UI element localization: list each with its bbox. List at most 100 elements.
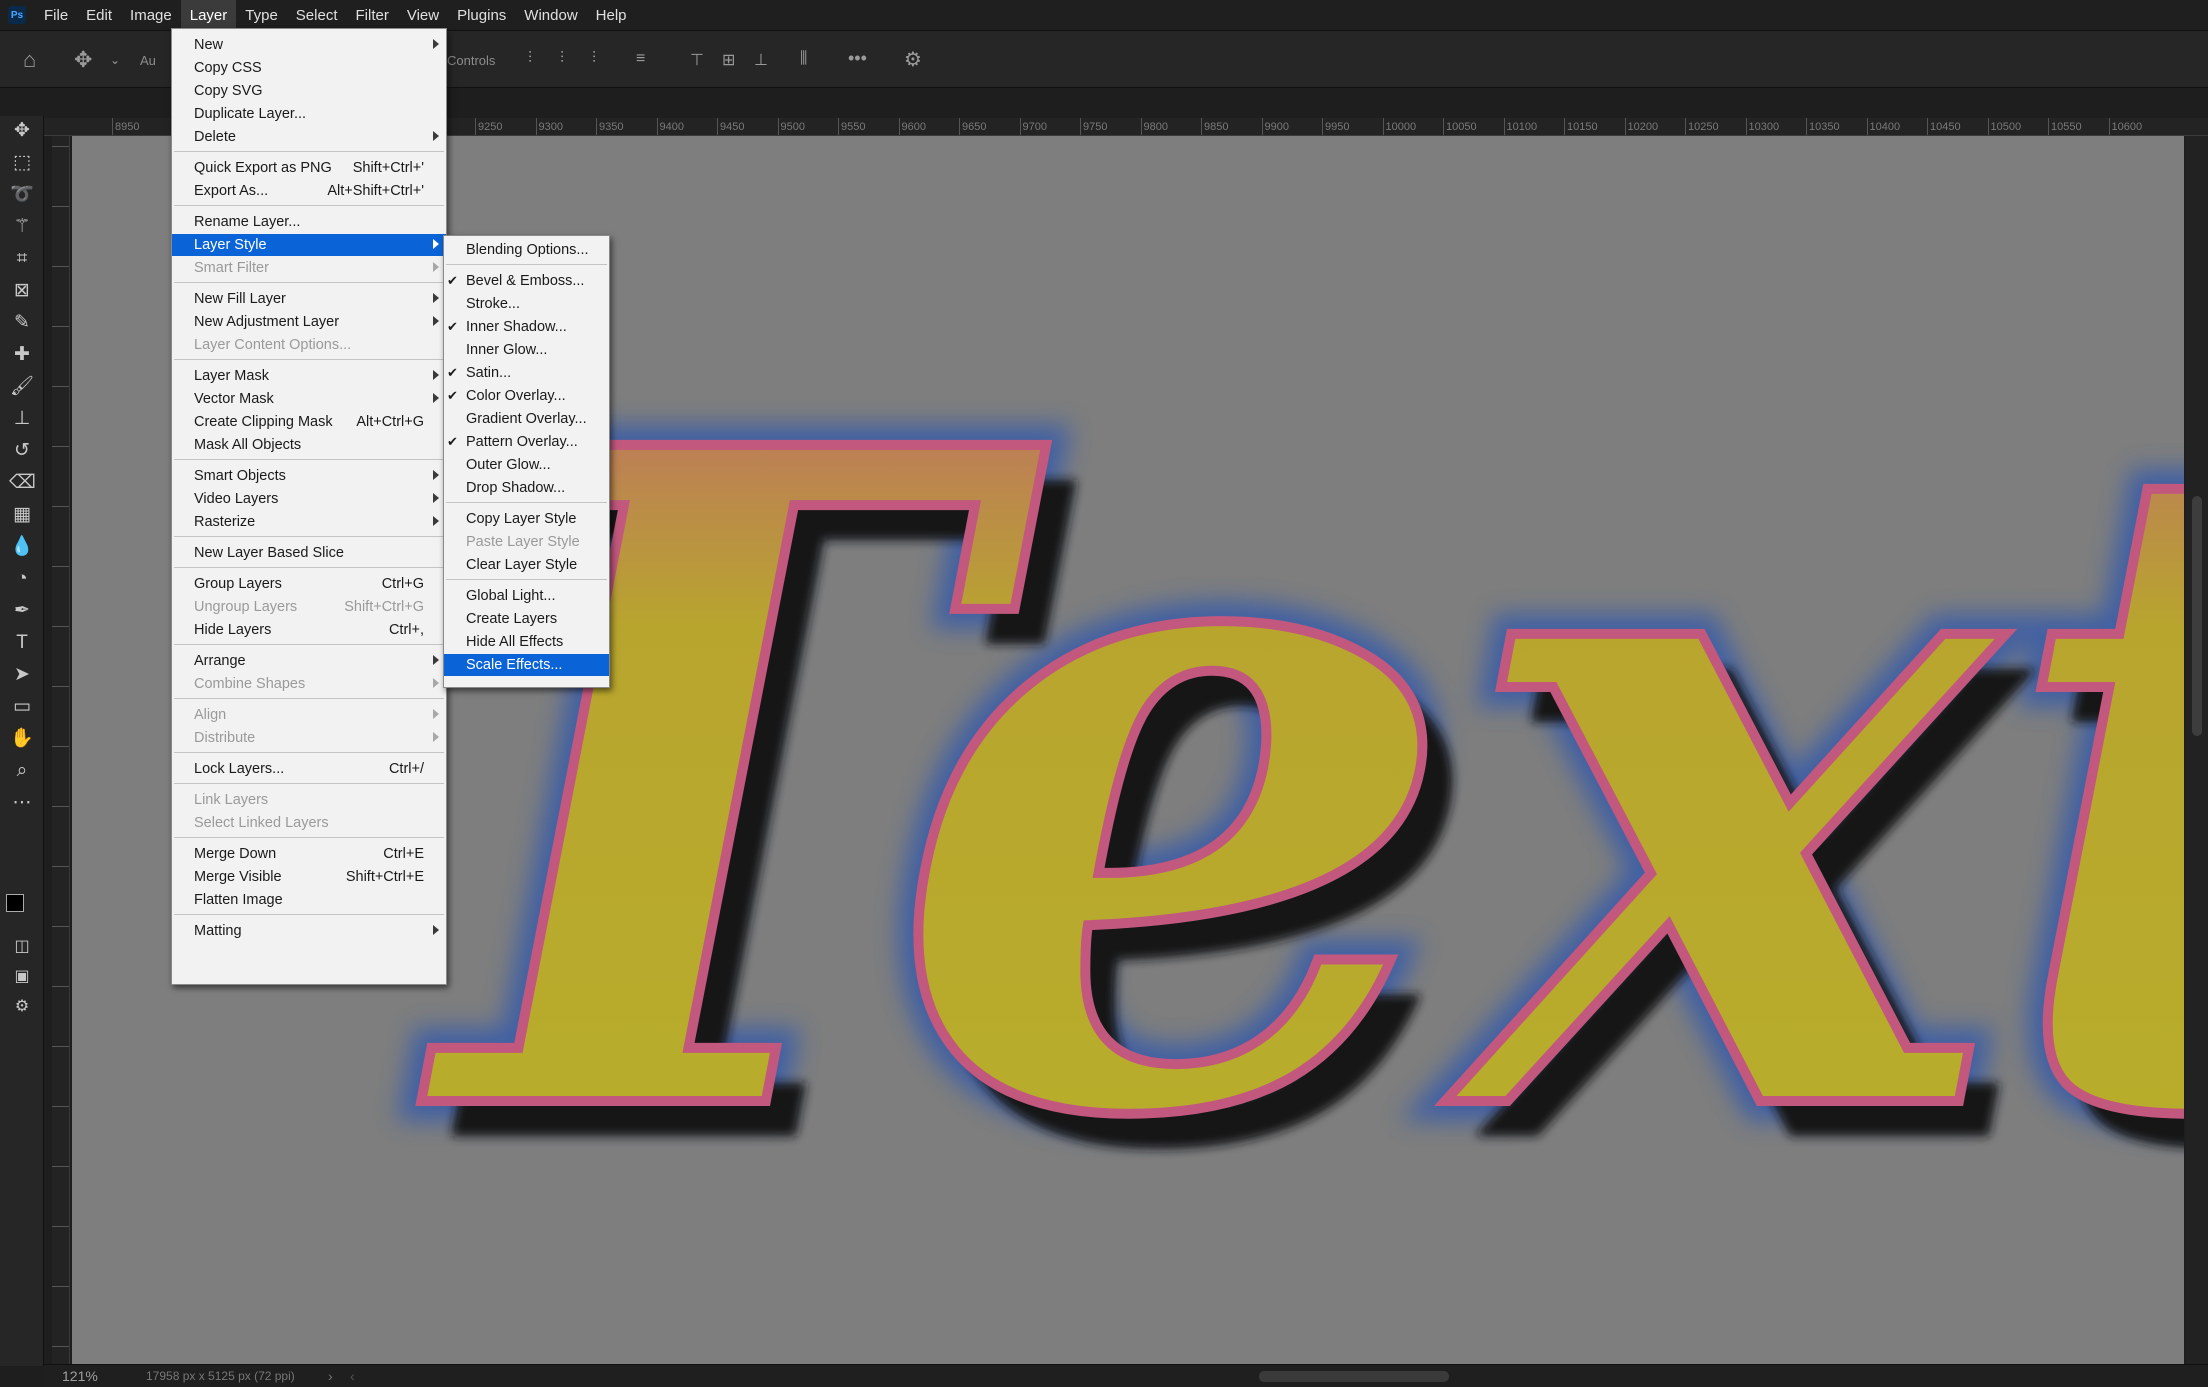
rectangle-tool-icon[interactable]: ▭ bbox=[9, 694, 35, 720]
crop-tool-icon[interactable]: ⌗ bbox=[9, 246, 35, 272]
align-top-icon[interactable]: ⊤ bbox=[690, 50, 704, 70]
layer-style-item-stroke[interactable]: Stroke... bbox=[444, 293, 609, 315]
layer-menu-item-new-adjustment-layer[interactable]: New Adjustment Layer bbox=[172, 311, 446, 333]
blur-tool-icon[interactable]: 💧 bbox=[9, 534, 35, 560]
align-bottom-icon[interactable]: ⊥ bbox=[754, 50, 768, 70]
chevron-down-icon[interactable]: ⌄ bbox=[110, 53, 120, 67]
layer-menu-item-lock-layers[interactable]: Lock Layers... Ctrl+/ bbox=[172, 758, 446, 780]
history-brush-icon[interactable]: ↺ bbox=[9, 438, 35, 464]
menu-image[interactable]: Image bbox=[121, 0, 181, 30]
screen-mode-icon[interactable]: ▣ bbox=[9, 964, 35, 990]
layer-menu-item-arrange[interactable]: Arrange bbox=[172, 650, 446, 672]
layer-menu-item-new[interactable]: New bbox=[172, 34, 446, 56]
layer-menu-item-flatten-image[interactable]: Flatten Image bbox=[172, 889, 446, 911]
layer-menu-item-rename-layer[interactable]: Rename Layer... bbox=[172, 211, 446, 233]
layer-menu-item-export-as[interactable]: Export As... Alt+Shift+Ctrl+' bbox=[172, 180, 446, 202]
home-icon[interactable]: ⌂ bbox=[23, 47, 36, 73]
menu-view[interactable]: View bbox=[398, 0, 448, 30]
dodge-tool-icon[interactable]: ◔ bbox=[9, 566, 35, 592]
layer-style-item-global-light[interactable]: Global Light... bbox=[444, 585, 609, 607]
marquee-tool-icon[interactable]: ⬚ bbox=[9, 150, 35, 176]
layer-menu-item-video-layers[interactable]: Video Layers bbox=[172, 488, 446, 510]
layer-menu-item-copy-svg[interactable]: Copy SVG bbox=[172, 80, 446, 102]
path-select-icon[interactable]: ➤ bbox=[9, 662, 35, 688]
menu-window[interactable]: Window bbox=[515, 0, 586, 30]
align-center-icon[interactable]: ⫶ bbox=[560, 50, 564, 68]
distribute-icon[interactable]: ≡ bbox=[636, 50, 645, 68]
layer-style-item-copy-layer-style[interactable]: Copy Layer Style bbox=[444, 508, 609, 530]
more-icon[interactable]: ••• bbox=[848, 48, 867, 69]
align-left-icon[interactable]: ⫶ bbox=[528, 50, 532, 68]
layer-style-item-inner-glow[interactable]: Inner Glow... bbox=[444, 339, 609, 361]
vertical-scrollbar[interactable] bbox=[2186, 136, 2208, 1364]
layer-style-item-inner-shadow[interactable]: ✔ Inner Shadow... bbox=[444, 316, 609, 338]
layer-menu-item-merge-visible[interactable]: Merge Visible Shift+Ctrl+E bbox=[172, 866, 446, 888]
layer-menu-item-layer-mask[interactable]: Layer Mask bbox=[172, 365, 446, 387]
brush-tool-icon[interactable]: 🖌 bbox=[9, 374, 35, 400]
layer-style-item-color-overlay[interactable]: ✔ Color Overlay... bbox=[444, 385, 609, 407]
distribute-vertical-icon[interactable]: ⫼ bbox=[800, 50, 807, 68]
hand-tool-icon[interactable]: ✋ bbox=[9, 726, 35, 752]
layer-menu-item-mask-all-objects[interactable]: Mask All Objects bbox=[172, 434, 446, 456]
stamp-tool-icon[interactable]: ⊥ bbox=[9, 406, 35, 432]
menu-edit[interactable]: Edit bbox=[77, 0, 121, 30]
layer-menu-item-layer-style[interactable]: Layer Style bbox=[172, 234, 446, 256]
menu-type[interactable]: Type bbox=[236, 0, 287, 30]
menu-layer[interactable]: Layer bbox=[180, 0, 237, 30]
status-chevron-icon[interactable]: › bbox=[328, 1368, 333, 1384]
auto-select-checkbox-label[interactable]: Au bbox=[140, 53, 156, 68]
eyedropper-icon[interactable]: ✎ bbox=[9, 310, 35, 336]
pen-tool-icon[interactable]: ✒ bbox=[9, 598, 35, 624]
move-tool-icon[interactable]: ✥ bbox=[9, 118, 35, 144]
menu-file[interactable]: File bbox=[35, 0, 77, 30]
frame-tool-icon[interactable]: ⊠ bbox=[9, 278, 35, 304]
menu-help[interactable]: Help bbox=[587, 0, 636, 30]
layer-style-item-pattern-overlay[interactable]: ✔ Pattern Overlay... bbox=[444, 431, 609, 453]
zoom-tool-icon[interactable]: ⌕ bbox=[9, 758, 35, 784]
transform-controls-label[interactable]: Controls bbox=[447, 53, 495, 68]
menu-select[interactable]: Select bbox=[287, 0, 347, 30]
move-icon[interactable]: ✥ bbox=[74, 47, 92, 73]
layer-style-item-gradient-overlay[interactable]: Gradient Overlay... bbox=[444, 408, 609, 430]
more-tools-icon[interactable]: ⋯ bbox=[9, 790, 35, 816]
layer-style-item-hide-all-effects[interactable]: Hide All Effects bbox=[444, 631, 609, 653]
gear-icon[interactable]: ⚙ bbox=[904, 47, 922, 72]
layer-menu-item-copy-css[interactable]: Copy CSS bbox=[172, 57, 446, 79]
generative-icon[interactable]: ⚙ bbox=[9, 994, 35, 1020]
quick-mask-icon[interactable]: ◫ bbox=[9, 934, 35, 960]
menu-plugins[interactable]: Plugins bbox=[448, 0, 515, 30]
zoom-level[interactable]: 121% bbox=[62, 1368, 98, 1384]
layer-menu-item-create-clipping-mask[interactable]: Create Clipping Mask Alt+Ctrl+G bbox=[172, 411, 446, 433]
layer-menu-item-merge-down[interactable]: Merge Down Ctrl+E bbox=[172, 843, 446, 865]
foreground-color-swatch[interactable] bbox=[6, 894, 24, 912]
horizontal-scrollbar-thumb[interactable] bbox=[1259, 1371, 1449, 1382]
magic-wand-icon[interactable]: ⚚ bbox=[9, 214, 35, 240]
layer-menu-item-new-fill-layer[interactable]: New Fill Layer bbox=[172, 288, 446, 310]
gradient-tool-icon[interactable]: ▦ bbox=[9, 502, 35, 528]
scroll-left-icon[interactable]: ‹ bbox=[350, 1368, 355, 1384]
menu-filter[interactable]: Filter bbox=[347, 0, 398, 30]
layer-menu-item-delete[interactable]: Delete bbox=[172, 126, 446, 148]
layer-style-item-drop-shadow[interactable]: Drop Shadow... bbox=[444, 477, 609, 499]
scrollbar-thumb[interactable] bbox=[2192, 496, 2202, 736]
layer-menu-item-new-layer-based-slice[interactable]: New Layer Based Slice bbox=[172, 542, 446, 564]
layer-style-item-clear-layer-style[interactable]: Clear Layer Style bbox=[444, 554, 609, 576]
healing-brush-icon[interactable]: ✚ bbox=[9, 342, 35, 368]
lasso-tool-icon[interactable]: ➰ bbox=[9, 182, 35, 208]
layer-menu-item-hide-layers[interactable]: Hide Layers Ctrl+, bbox=[172, 619, 446, 641]
layer-style-item-outer-glow[interactable]: Outer Glow... bbox=[444, 454, 609, 476]
eraser-icon[interactable]: ⌫ bbox=[9, 470, 36, 496]
layer-style-item-bevel-emboss[interactable]: ✔ Bevel & Emboss... bbox=[444, 270, 609, 292]
layer-style-item-blending-options[interactable]: Blending Options... bbox=[444, 239, 609, 261]
layer-menu-item-smart-objects[interactable]: Smart Objects bbox=[172, 465, 446, 487]
align-right-icon[interactable]: ⫶ bbox=[592, 50, 596, 68]
layer-menu-item-rasterize[interactable]: Rasterize bbox=[172, 511, 446, 533]
layer-menu-item-vector-mask[interactable]: Vector Mask bbox=[172, 388, 446, 410]
align-middle-icon[interactable]: ⊞ bbox=[722, 50, 735, 70]
layer-style-item-scale-effects[interactable]: Scale Effects... bbox=[444, 654, 609, 676]
type-tool-icon[interactable]: T bbox=[9, 630, 35, 656]
layer-style-item-create-layers[interactable]: Create Layers bbox=[444, 608, 609, 630]
layer-menu-item-matting[interactable]: Matting bbox=[172, 920, 446, 942]
layer-menu-item-quick-export-as-png[interactable]: Quick Export as PNG Shift+Ctrl+' bbox=[172, 157, 446, 179]
layer-menu-item-group-layers[interactable]: Group Layers Ctrl+G bbox=[172, 573, 446, 595]
